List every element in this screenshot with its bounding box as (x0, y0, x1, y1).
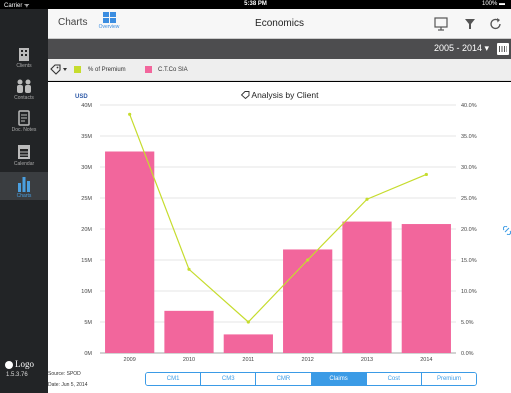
premium-point (187, 267, 191, 271)
x-tick-label: 2013 (361, 357, 373, 363)
bar (223, 334, 273, 353)
footer: Source: SPOD Date: Jun 5, 2014 CM1 CM3 CMR… (48, 369, 511, 393)
clock: 5:38 PM (244, 1, 267, 7)
bar (401, 224, 451, 353)
app-version: 1.5.3.76 (6, 372, 28, 378)
sidebar-item-clients[interactable]: Clients (0, 45, 48, 69)
tab-premium[interactable]: Premium (421, 373, 476, 385)
tag-dropdown-icon[interactable] (50, 64, 68, 75)
premium-point (246, 320, 250, 324)
bar (342, 221, 392, 353)
combo-chart: 0M 0.0% 5M 5.0% 10M 10.0% 15M 15.0% 20M 20.0% 25M 2… (81, 103, 477, 363)
x-tick-label: 2009 (124, 357, 136, 363)
source-note: Source: SPOD (48, 371, 81, 377)
sidebar-item-label: Calendar (13, 161, 35, 167)
y2-tick-label: 5.0% (461, 320, 474, 326)
y2-tick-label: 20.0% (461, 227, 477, 233)
app-logo-area: Logo 1.5.3.76 (0, 353, 48, 393)
notes-icon (18, 110, 30, 126)
y2-tick-label: 40.0% (461, 103, 477, 109)
logo-icon (5, 361, 13, 369)
y2-tick-label: 0.0% (461, 351, 474, 357)
bar (105, 151, 155, 353)
battery-indicator: 100% ▬ (481, 1, 505, 7)
y-tick-label: 15M (81, 258, 92, 264)
bar (164, 310, 214, 353)
period-selector[interactable]: 2005 - 2014 ▾ (434, 43, 489, 54)
link-icon[interactable] (503, 226, 511, 235)
calendar-picker-icon[interactable] (497, 43, 509, 55)
bar-chart-icon (18, 177, 30, 192)
premium-point (424, 172, 428, 177)
legend-swatch-ctco (145, 66, 152, 73)
presentation-icon[interactable] (433, 16, 449, 32)
y2-tick-label: 30.0% (461, 165, 477, 171)
x-tick-label: 2011 (242, 357, 254, 363)
sidebar-item-charts[interactable]: Charts (0, 172, 48, 200)
sidebar-item-contacts[interactable]: Contacts (0, 77, 48, 101)
period-toolbar: 2005 - 2014 ▾ (48, 39, 511, 59)
y-tick-label: 35M (81, 134, 92, 140)
legend-label-ctco: C.T.Co SIA (158, 67, 188, 73)
logo-text: Logo (15, 359, 34, 369)
premium-point (365, 197, 369, 201)
sidebar-item-doc-notes[interactable]: Doc. Notes (0, 109, 48, 133)
tab-cm1[interactable]: CM1 (146, 373, 202, 385)
y-tick-label: 0M (84, 351, 92, 357)
y2-tick-label: 35.0% (461, 134, 477, 140)
premium-point (306, 258, 310, 262)
x-tick-label: 2010 (183, 357, 195, 363)
premium-point (128, 112, 132, 116)
tab-cost[interactable]: Cost (366, 373, 422, 385)
sidebar-item-label: Clients (16, 63, 32, 69)
y-tick-label: 10M (81, 289, 92, 295)
sidebar-item-label: Contacts (14, 95, 34, 101)
filter-icon[interactable] (462, 16, 478, 32)
tab-cm3[interactable]: CM3 (201, 373, 257, 385)
y2-tick-label: 25.0% (461, 196, 477, 202)
x-tick-label: 2012 (302, 357, 314, 363)
app-header: Charts Overview Economics (48, 9, 511, 39)
legend-label-premium: % of Premium (88, 67, 126, 73)
tab-claims[interactable]: Claims (311, 373, 367, 385)
y-tick-label: 20M (81, 227, 92, 233)
date-note: Date: Jun 5, 2014 (48, 382, 88, 388)
people-icon (17, 79, 31, 93)
bar (283, 249, 333, 353)
y2-tick-label: 15.0% (461, 258, 477, 264)
calendar-icon (18, 145, 30, 159)
y-tick-label: 5M (84, 320, 92, 326)
x-tick-label: 2014 (420, 357, 432, 363)
sidebar-item-calendar[interactable]: Calendar (0, 143, 48, 167)
y-tick-label: 30M (81, 165, 92, 171)
sidebar-item-label: Doc. Notes (11, 127, 37, 133)
metric-tabs: CM1 CM3 CMR Claims Cost Premium (145, 372, 477, 386)
y-tick-label: 25M (81, 196, 92, 202)
refresh-icon[interactable] (488, 16, 504, 32)
chart-panel: Analysis by Client USD 0M 0.0% 5M 5.0% 10M 10… (48, 82, 511, 372)
y-tick-label: 40M (81, 103, 92, 109)
building-icon (19, 48, 29, 61)
status-bar: Carrier ᯤ 5:38 PM 100% ▬ (0, 0, 511, 9)
y2-tick-label: 10.0% (461, 289, 477, 295)
sidebar-item-label: Charts (16, 193, 32, 199)
sidebar: Clients Contacts Doc. Notes Calendar Cha… (0, 9, 48, 393)
chart-legend: % of Premium C.T.Co SIA (48, 59, 511, 81)
tab-cmr[interactable]: CMR (256, 373, 312, 385)
legend-swatch-premium (74, 66, 81, 73)
